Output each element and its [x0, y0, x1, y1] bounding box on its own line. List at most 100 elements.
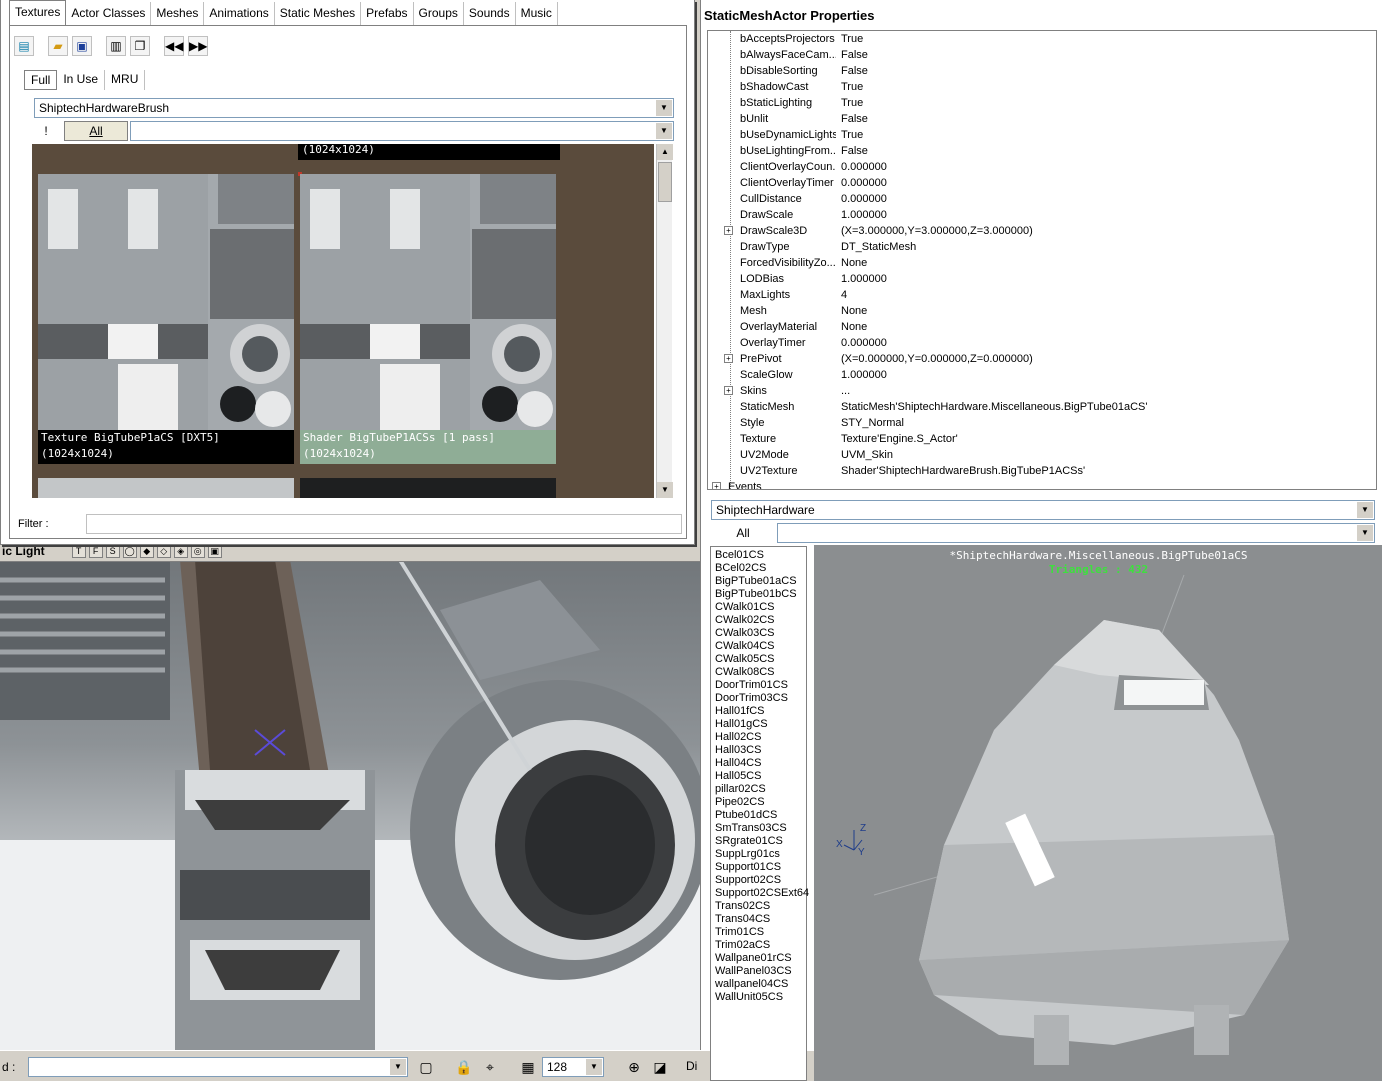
previous-icon[interactable]: ◀◀ — [164, 36, 184, 56]
property-row[interactable]: + PrePivot (X=0.000000,Y=0.000000,Z=0.0000… — [708, 351, 1376, 367]
property-value[interactable]: False — [841, 111, 868, 127]
mesh-list-item[interactable]: SuppLrg01cs — [711, 848, 806, 861]
mesh-list-item[interactable]: BigPTube01aCS — [711, 575, 806, 588]
property-value[interactable]: (X=0.000000,Y=0.000000,Z=0.000000) — [841, 351, 1033, 367]
property-row[interactable]: Style STY_Normal — [708, 415, 1376, 431]
mesh-list-item[interactable]: Trans02CS — [711, 900, 806, 913]
property-row[interactable]: DrawScale 1.000000 — [708, 207, 1376, 223]
command-combo[interactable]: ▼ — [28, 1057, 408, 1077]
property-value[interactable]: 1.000000 — [841, 271, 887, 287]
property-row[interactable]: + Skins... — [708, 383, 1376, 399]
property-value[interactable]: 0.000000 — [841, 335, 887, 351]
chevron-down-icon[interactable]: ▼ — [586, 1059, 602, 1075]
property-value[interactable]: 0.000000 — [841, 191, 887, 207]
mesh-package-combo[interactable]: ShiptechHardware ▼ — [711, 500, 1375, 520]
property-row[interactable]: bUnlit False — [708, 111, 1376, 127]
property-value[interactable]: ... — [841, 383, 850, 399]
property-value[interactable]: None — [841, 319, 867, 335]
property-row[interactable]: LODBias 1.000000 — [708, 271, 1376, 287]
mesh-preview-viewport[interactable]: Z X Y *ShiptechHardware.Miscellaneous.Bi… — [814, 545, 1382, 1081]
property-value[interactable]: StaticMesh'ShiptechHardware.Miscellaneou… — [841, 399, 1147, 415]
property-list[interactable]: bAcceptsProjectors True bAlwaysFaceCam... F… — [707, 30, 1377, 490]
mesh-list-item[interactable]: WallUnit05CS — [711, 991, 806, 1004]
property-row[interactable]: CullDistance 0.000000 — [708, 191, 1376, 207]
open-folder-icon[interactable]: ▰ — [48, 36, 68, 56]
property-row[interactable]: Mesh None — [708, 303, 1376, 319]
property-value[interactable]: True — [841, 31, 863, 47]
mesh-list-item[interactable]: Trim02aCS — [711, 939, 806, 952]
tab-textures[interactable]: Textures — [9, 0, 67, 26]
texture-scrollbar[interactable]: ▲ ▼ — [656, 144, 673, 498]
property-value[interactable]: (X=3.000000,Y=3.000000,Z=3.000000) — [841, 223, 1033, 239]
texture-tile-partial[interactable] — [300, 478, 556, 498]
property-row[interactable]: bUseDynamicLights True — [708, 127, 1376, 143]
chevron-down-icon[interactable]: ▼ — [656, 123, 672, 139]
grid-size-combo[interactable]: 128 ▼ — [542, 1057, 604, 1077]
property-value[interactable]: Shader'ShiptechHardwareBrush.BigTubeP1AC… — [841, 463, 1085, 479]
mesh-list-item[interactable]: SmTrans03CS — [711, 822, 806, 835]
viewport-lit-icon[interactable]: ◎ — [190, 543, 205, 558]
expand-plus-icon[interactable]: + — [724, 354, 733, 363]
property-row[interactable]: ClientOverlayTimer 0.000000 — [708, 175, 1376, 191]
mesh-list-item[interactable]: Hall04CS — [711, 757, 806, 770]
property-value[interactable]: False — [841, 47, 868, 63]
viewport-camera-icon[interactable]: ▣ — [207, 543, 222, 558]
mesh-list-item[interactable]: WallPanel03CS — [711, 965, 806, 978]
mesh-list-item[interactable]: CWalk01CS — [711, 601, 806, 614]
grid-icon[interactable]: ▦ — [518, 1057, 538, 1077]
mesh-list-item[interactable]: Trans04CS — [711, 913, 806, 926]
mesh-list-item[interactable]: CWalk05CS — [711, 653, 806, 666]
property-row[interactable]: ClientOverlayCoun... 0.000000 — [708, 159, 1376, 175]
expand-plus-icon[interactable]: + — [724, 386, 733, 395]
mesh-list-item[interactable]: SRgrate01CS — [711, 835, 806, 848]
mesh-list-item[interactable]: Support02CSExt64 — [711, 887, 809, 900]
texture-tile-partial[interactable] — [38, 478, 294, 498]
properties-icon[interactable]: ▥ — [106, 36, 126, 56]
property-row[interactable]: Texture Texture'Engine.S_Actor' — [708, 431, 1376, 447]
tab-meshes[interactable]: Meshes — [151, 2, 205, 26]
property-value[interactable]: 0.000000 — [841, 159, 887, 175]
mesh-list-item[interactable]: Hall02CS — [711, 731, 806, 744]
save-icon[interactable]: ▣ — [72, 36, 92, 56]
property-row[interactable]: UV2Texture Shader'ShiptechHardwareBrush.B… — [708, 463, 1376, 479]
property-row[interactable]: bDisableSorting False — [708, 63, 1376, 79]
chevron-down-icon[interactable]: ▼ — [1357, 502, 1373, 518]
property-row[interactable]: bAcceptsProjectors True — [708, 31, 1376, 47]
property-row[interactable]: ScaleGlow 1.000000 — [708, 367, 1376, 383]
property-row[interactable]: bUseLightingFrom... False — [708, 143, 1376, 159]
tab-animations[interactable]: Animations — [204, 2, 275, 26]
property-value[interactable]: STY_Normal — [841, 415, 904, 431]
group-all-button[interactable]: All — [64, 121, 128, 141]
copy-icon[interactable]: ❐ — [130, 36, 150, 56]
exclude-button[interactable]: ! — [34, 121, 58, 141]
subtab-mru[interactable]: MRU — [105, 70, 146, 90]
tab-actor-classes[interactable]: Actor Classes — [66, 2, 152, 26]
mesh-list-item[interactable]: Bcel01CS — [711, 549, 806, 562]
viewport-side-button[interactable]: S — [105, 543, 120, 558]
property-value[interactable]: True — [841, 79, 863, 95]
mesh-list-item[interactable]: Hall01fCS — [711, 705, 806, 718]
property-value[interactable]: UVM_Skin — [841, 447, 893, 463]
property-row[interactable]: DrawType DT_StaticMesh — [708, 239, 1376, 255]
mesh-list-item[interactable]: Support01CS — [711, 861, 806, 874]
chevron-down-icon[interactable]: ▼ — [656, 100, 672, 116]
scroll-up-icon[interactable]: ▲ — [657, 144, 673, 160]
tab-music[interactable]: Music — [516, 2, 558, 26]
maximize-icon[interactable]: ◪ — [650, 1057, 670, 1077]
tab-sounds[interactable]: Sounds — [464, 2, 516, 26]
crosshair-icon[interactable]: ⌖ — [480, 1057, 500, 1077]
mesh-list-item[interactable]: CWalk02CS — [711, 614, 806, 627]
subtab-full[interactable]: Full — [24, 70, 58, 90]
property-value[interactable]: False — [841, 63, 868, 79]
package-icon[interactable]: ▤ — [14, 36, 34, 56]
subtab-in-use[interactable]: In Use — [57, 70, 106, 90]
viewport-cube-icon[interactable]: ◆ — [139, 543, 154, 558]
rotation-snap-icon[interactable]: ⊕ — [624, 1057, 644, 1077]
property-row[interactable]: UV2Mode UVM_Skin — [708, 447, 1376, 463]
group-combo[interactable]: ▼ — [130, 121, 674, 141]
property-value[interactable]: Texture'Engine.S_Actor' — [841, 431, 958, 447]
property-row[interactable]: bAlwaysFaceCam... False — [708, 47, 1376, 63]
property-value[interactable]: None — [841, 303, 867, 319]
property-category-row[interactable]: + Events — [708, 479, 1376, 489]
mesh-list-item[interactable]: CWalk08CS — [711, 666, 806, 679]
